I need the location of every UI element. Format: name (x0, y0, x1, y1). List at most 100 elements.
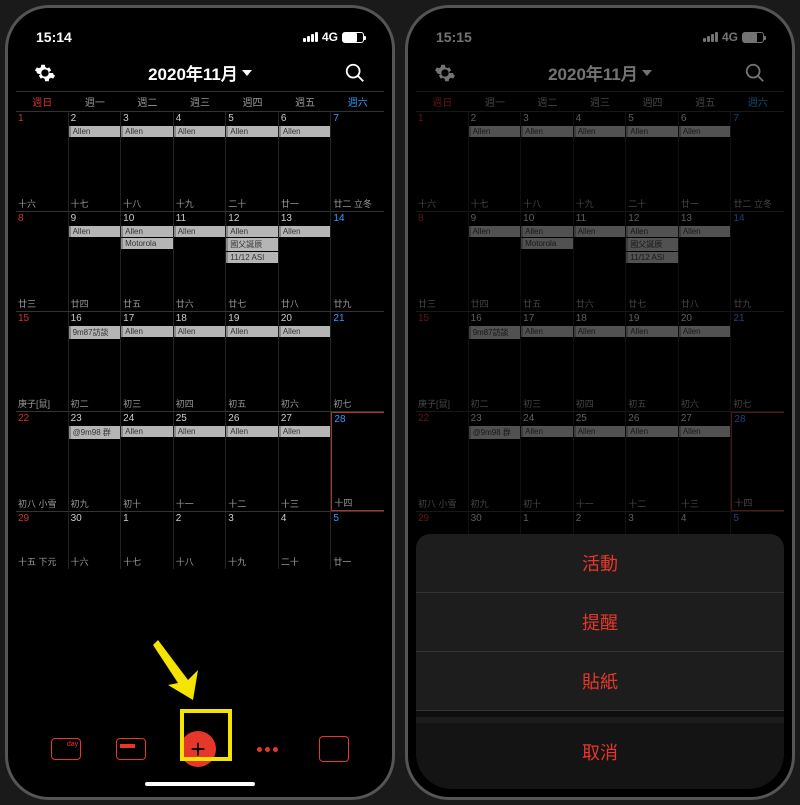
day-cell[interactable]: 4二十 (279, 512, 332, 569)
event-pill[interactable]: Allen (279, 226, 331, 237)
day-cell[interactable]: 28十四 (331, 412, 384, 511)
day-cell[interactable]: 26Allen十二 (626, 412, 679, 511)
day-cell[interactable]: 1十六 (416, 112, 469, 211)
event-pill[interactable]: Allen (121, 326, 173, 337)
event-pill[interactable]: Allen (121, 426, 173, 437)
event-pill[interactable]: Allen (69, 226, 121, 237)
day-cell[interactable]: 29十五 下元 (16, 512, 69, 569)
event-pill[interactable]: Allen (174, 226, 226, 237)
home-indicator[interactable] (145, 782, 255, 786)
day-cell[interactable]: 11Allen廿六 (174, 212, 227, 311)
day-cell[interactable]: 28十四 (731, 412, 784, 511)
month-title[interactable]: 2020年11月 (148, 60, 252, 85)
day-cell[interactable]: 25Allen十一 (174, 412, 227, 511)
day-cell[interactable]: 30十六 (69, 512, 122, 569)
event-pill[interactable]: Allen (679, 126, 731, 137)
day-cell[interactable]: 11Allen廿六 (574, 212, 627, 311)
day-cell[interactable]: 5Allen二十 (226, 112, 279, 211)
event-pill[interactable]: 11/12 ASI (626, 252, 678, 263)
event-pill[interactable]: 9m87訪談 (69, 326, 121, 339)
event-pill[interactable]: Allen (574, 226, 626, 237)
event-pill[interactable]: Allen (279, 126, 331, 137)
day-cell[interactable]: 3十九 (226, 512, 279, 569)
day-cell[interactable]: 3Allen十八 (521, 112, 574, 211)
day-cell[interactable]: 24Allen初十 (121, 412, 174, 511)
sheet-item-reminder[interactable]: 提醒 (416, 593, 784, 652)
event-pill[interactable]: Allen (521, 326, 573, 337)
event-pill[interactable]: Motorola (521, 238, 573, 249)
event-pill[interactable]: Allen (279, 326, 331, 337)
settings-icon[interactable] (434, 62, 456, 84)
day-cell[interactable]: 9Allen廿四 (469, 212, 522, 311)
day-cell[interactable]: 13Allen廿八 (279, 212, 332, 311)
day-cell[interactable]: 4Allen十九 (574, 112, 627, 211)
tab-today[interactable]: 2811月 (319, 736, 349, 762)
day-cell[interactable]: 169m87訪談初二 (69, 312, 122, 411)
day-cell[interactable]: 14廿九 (331, 212, 384, 311)
day-cell[interactable]: 22初八 小雪 (416, 412, 469, 511)
day-cell[interactable]: 3Allen十八 (121, 112, 174, 211)
day-cell[interactable]: 21初七 (331, 312, 384, 411)
event-pill[interactable]: Allen (574, 426, 626, 437)
event-pill[interactable]: 國父誕辰 (226, 238, 278, 251)
day-cell[interactable]: 7廿二 立冬 (731, 112, 784, 211)
event-pill[interactable]: Allen (469, 126, 521, 137)
day-cell[interactable]: 13Allen廿八 (679, 212, 732, 311)
sheet-item-event[interactable]: 活動 (416, 534, 784, 593)
day-cell[interactable]: 2Allen十七 (69, 112, 122, 211)
day-cell[interactable]: 27Allen十三 (279, 412, 332, 511)
event-pill[interactable]: Allen (69, 126, 121, 137)
day-cell[interactable]: 2十八 (174, 512, 227, 569)
day-cell[interactable]: 9Allen廿四 (69, 212, 122, 311)
event-pill[interactable]: Allen (626, 126, 678, 137)
day-cell[interactable]: 20Allen初六 (679, 312, 732, 411)
day-cell[interactable]: 12Allen國父誕辰11/12 ASI廿七 (626, 212, 679, 311)
tab-more[interactable] (250, 733, 284, 765)
event-pill[interactable]: Allen (679, 326, 731, 337)
day-cell[interactable]: 7廿二 立冬 (331, 112, 384, 211)
day-cell[interactable]: 10AllenMotorola廿五 (121, 212, 174, 311)
day-cell[interactable]: 6Allen廿一 (679, 112, 732, 211)
day-cell[interactable]: 27Allen十三 (679, 412, 732, 511)
event-pill[interactable]: Allen (469, 226, 521, 237)
event-pill[interactable]: Allen (226, 326, 278, 337)
day-cell[interactable]: 8廿三 (16, 212, 69, 311)
day-cell[interactable]: 14廿九 (731, 212, 784, 311)
day-cell[interactable]: 10AllenMotorola廿五 (521, 212, 574, 311)
day-cell[interactable]: 1十七 (121, 512, 174, 569)
event-pill[interactable]: Allen (121, 126, 173, 137)
day-cell[interactable]: 5Allen二十 (626, 112, 679, 211)
event-pill[interactable]: @9m98 群 (69, 426, 121, 439)
day-cell[interactable]: 18Allen初四 (574, 312, 627, 411)
event-pill[interactable]: Allen (226, 226, 278, 237)
day-cell[interactable]: 17Allen初三 (521, 312, 574, 411)
event-pill[interactable]: Allen (174, 426, 226, 437)
settings-icon[interactable] (34, 62, 56, 84)
event-pill[interactable]: Allen (626, 426, 678, 437)
day-cell[interactable]: 8廿三 (416, 212, 469, 311)
event-pill[interactable]: Allen (574, 326, 626, 337)
month-grid[interactable]: 1十六2Allen十七3Allen十八4Allen十九5Allen二十6Alle… (16, 111, 384, 569)
event-pill[interactable]: Allen (521, 426, 573, 437)
tab-week[interactable] (116, 738, 146, 760)
search-icon[interactable] (344, 62, 366, 84)
event-pill[interactable]: Allen (226, 126, 278, 137)
day-cell[interactable]: 23@9m98 群初九 (469, 412, 522, 511)
day-cell[interactable]: 12Allen國父誕辰11/12 ASI廿七 (226, 212, 279, 311)
day-cell[interactable]: 5廿一 (331, 512, 384, 569)
day-cell[interactable]: 22初八 小雪 (16, 412, 69, 511)
event-pill[interactable]: Motorola (121, 238, 173, 249)
day-cell[interactable]: 23@9m98 群初九 (69, 412, 122, 511)
day-cell[interactable]: 17Allen初三 (121, 312, 174, 411)
event-pill[interactable]: Allen (626, 226, 678, 237)
day-cell[interactable]: 1十六 (16, 112, 69, 211)
day-cell[interactable]: 21初七 (731, 312, 784, 411)
day-cell[interactable]: 6Allen廿一 (279, 112, 332, 211)
event-pill[interactable]: Allen (279, 426, 331, 437)
month-title[interactable]: 2020年11月 (548, 60, 652, 85)
month-grid[interactable]: 1十六2Allen十七3Allen十八4Allen十九5Allen二十6Alle… (416, 111, 784, 569)
event-pill[interactable]: Allen (679, 426, 731, 437)
event-pill[interactable]: Allen (521, 126, 573, 137)
event-pill[interactable]: Allen (121, 226, 173, 237)
day-cell[interactable]: 24Allen初十 (521, 412, 574, 511)
